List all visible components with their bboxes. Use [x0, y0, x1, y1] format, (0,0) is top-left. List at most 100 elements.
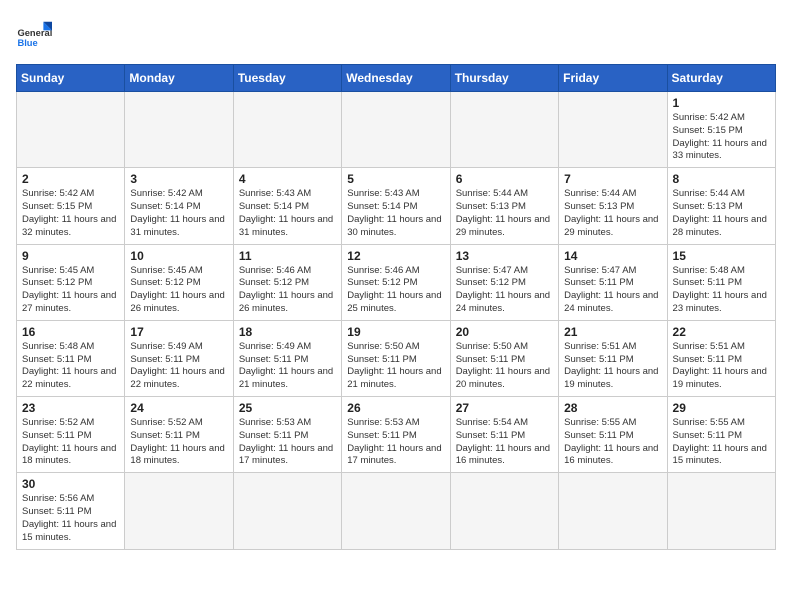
- calendar-cell: [342, 473, 450, 549]
- day-number: 3: [130, 172, 227, 186]
- calendar-cell: 25Sunrise: 5:53 AMSunset: 5:11 PMDayligh…: [233, 397, 341, 473]
- day-info: Sunrise: 5:44 AMSunset: 5:13 PMDaylight:…: [564, 188, 661, 239]
- day-number: 21: [564, 325, 661, 339]
- day-number: 10: [130, 249, 227, 263]
- day-number: 11: [239, 249, 336, 263]
- day-info: Sunrise: 5:52 AMSunset: 5:11 PMDaylight:…: [130, 417, 227, 468]
- day-number: 22: [673, 325, 770, 339]
- calendar-cell: [125, 92, 233, 168]
- day-number: 28: [564, 401, 661, 415]
- day-number: 13: [456, 249, 553, 263]
- calendar-cell: 21 Sunrise: 5:51 AMSunset: 5:11 PMDayligh…: [559, 320, 667, 396]
- calendar-row: 2 Sunrise: 5:42 AMSunset: 5:15 PMDaylight…: [17, 168, 776, 244]
- day-number: 2: [22, 172, 119, 186]
- day-number: 17: [130, 325, 227, 339]
- calendar-cell: [450, 473, 558, 549]
- day-info: Sunrise: 5:43 AMSunset: 5:14 PMDaylight:…: [347, 188, 444, 239]
- calendar-cell: 22 Sunrise: 5:51 AMSunset: 5:11 PMDayligh…: [667, 320, 775, 396]
- day-info: Sunrise: 5:45 AMSunset: 5:12 PMDaylight:…: [130, 265, 227, 316]
- day-info: Sunrise: 5:55 AMSunset: 5:11 PMDaylight:…: [564, 417, 661, 468]
- day-number: 27: [456, 401, 553, 415]
- day-number: 16: [22, 325, 119, 339]
- day-number: 30: [22, 477, 119, 491]
- day-info: Sunrise: 5:53 AMSunset: 5:11 PMDaylight:…: [347, 417, 444, 468]
- calendar-cell: 10 Sunrise: 5:45 AMSunset: 5:12 PMDayligh…: [125, 244, 233, 320]
- day-info: Sunrise: 5:51 AMSunset: 5:11 PMDaylight:…: [564, 341, 661, 392]
- page-header: General Blue: [16, 16, 776, 52]
- day-info: Sunrise: 5:55 AMSunset: 5:11 PMDaylight:…: [673, 417, 770, 468]
- calendar-cell: [342, 92, 450, 168]
- weekday-header-wednesday: Wednesday: [342, 65, 450, 92]
- day-info: Sunrise: 5:42 AMSunset: 5:14 PMDaylight:…: [130, 188, 227, 239]
- calendar-cell: 26Sunrise: 5:53 AMSunset: 5:11 PMDayligh…: [342, 397, 450, 473]
- day-info: Sunrise: 5:50 AMSunset: 5:11 PMDaylight:…: [347, 341, 444, 392]
- calendar-cell: 29 Sunrise: 5:55 AMSunset: 5:11 PMDayligh…: [667, 397, 775, 473]
- day-info: Sunrise: 5:52 AMSunset: 5:11 PMDaylight:…: [22, 417, 119, 468]
- day-number: 6: [456, 172, 553, 186]
- day-info: Sunrise: 5:54 AMSunset: 5:11 PMDaylight:…: [456, 417, 553, 468]
- weekday-header-saturday: Saturday: [667, 65, 775, 92]
- calendar-cell: 28 Sunrise: 5:55 AMSunset: 5:11 PMDayligh…: [559, 397, 667, 473]
- day-info: Sunrise: 5:45 AMSunset: 5:12 PMDaylight:…: [22, 265, 119, 316]
- logo-icon: General Blue: [16, 16, 52, 52]
- day-number: 9: [22, 249, 119, 263]
- day-number: 18: [239, 325, 336, 339]
- calendar-cell: 8 Sunrise: 5:44 AMSunset: 5:13 PMDaylight…: [667, 168, 775, 244]
- weekday-header-thursday: Thursday: [450, 65, 558, 92]
- day-info: Sunrise: 5:48 AMSunset: 5:11 PMDaylight:…: [22, 341, 119, 392]
- calendar-cell: 13 Sunrise: 5:47 AMSunset: 5:12 PMDayligh…: [450, 244, 558, 320]
- calendar-cell: 23 Sunrise: 5:52 AMSunset: 5:11 PMDayligh…: [17, 397, 125, 473]
- calendar-cell: 17 Sunrise: 5:49 AMSunset: 5:11 PMDayligh…: [125, 320, 233, 396]
- day-info: Sunrise: 5:49 AMSunset: 5:11 PMDaylight:…: [130, 341, 227, 392]
- day-number: 5: [347, 172, 444, 186]
- calendar-cell: 3 Sunrise: 5:42 AMSunset: 5:14 PMDaylight…: [125, 168, 233, 244]
- day-info: Sunrise: 5:51 AMSunset: 5:11 PMDaylight:…: [673, 341, 770, 392]
- day-number: 7: [564, 172, 661, 186]
- day-info: Sunrise: 5:47 AMSunset: 5:12 PMDaylight:…: [456, 265, 553, 316]
- calendar-cell: 2 Sunrise: 5:42 AMSunset: 5:15 PMDaylight…: [17, 168, 125, 244]
- day-number: 24: [130, 401, 227, 415]
- calendar-row: 23 Sunrise: 5:52 AMSunset: 5:11 PMDayligh…: [17, 397, 776, 473]
- calendar-cell: 20Sunrise: 5:50 AMSunset: 5:11 PMDayligh…: [450, 320, 558, 396]
- calendar-cell: 4Sunrise: 5:43 AMSunset: 5:14 PMDaylight…: [233, 168, 341, 244]
- calendar-cell: 27 Sunrise: 5:54 AMSunset: 5:11 PMDayligh…: [450, 397, 558, 473]
- day-info: Sunrise: 5:42 AMSunset: 5:15 PMDaylight:…: [673, 112, 770, 163]
- day-number: 19: [347, 325, 444, 339]
- svg-text:Blue: Blue: [17, 38, 37, 48]
- calendar-row: 9 Sunrise: 5:45 AMSunset: 5:12 PMDaylight…: [17, 244, 776, 320]
- day-number: 14: [564, 249, 661, 263]
- calendar-cell: [233, 473, 341, 549]
- weekday-header-row: SundayMondayTuesdayWednesdayThursdayFrid…: [17, 65, 776, 92]
- day-number: 23: [22, 401, 119, 415]
- calendar-cell: [233, 92, 341, 168]
- calendar-cell: [559, 92, 667, 168]
- day-number: 25: [239, 401, 336, 415]
- calendar: SundayMondayTuesdayWednesdayThursdayFrid…: [16, 64, 776, 550]
- day-info: Sunrise: 5:43 AMSunset: 5:14 PMDaylight:…: [239, 188, 336, 239]
- day-number: 20: [456, 325, 553, 339]
- calendar-cell: 24 Sunrise: 5:52 AMSunset: 5:11 PMDayligh…: [125, 397, 233, 473]
- weekday-header-friday: Friday: [559, 65, 667, 92]
- calendar-cell: 15Sunrise: 5:48 AMSunset: 5:11 PMDayligh…: [667, 244, 775, 320]
- day-number: 29: [673, 401, 770, 415]
- calendar-row: 1Sunrise: 5:42 AMSunset: 5:15 PMDaylight…: [17, 92, 776, 168]
- weekday-header-sunday: Sunday: [17, 65, 125, 92]
- calendar-cell: [450, 92, 558, 168]
- logo: General Blue: [16, 16, 52, 52]
- calendar-cell: 9 Sunrise: 5:45 AMSunset: 5:12 PMDaylight…: [17, 244, 125, 320]
- day-number: 12: [347, 249, 444, 263]
- calendar-cell: 6 Sunrise: 5:44 AMSunset: 5:13 PMDaylight…: [450, 168, 558, 244]
- day-info: Sunrise: 5:42 AMSunset: 5:15 PMDaylight:…: [22, 188, 119, 239]
- day-number: 8: [673, 172, 770, 186]
- day-info: Sunrise: 5:56 AMSunset: 5:11 PMDaylight:…: [22, 493, 119, 544]
- day-info: Sunrise: 5:48 AMSunset: 5:11 PMDaylight:…: [673, 265, 770, 316]
- day-info: Sunrise: 5:46 AMSunset: 5:12 PMDaylight:…: [239, 265, 336, 316]
- day-info: Sunrise: 5:49 AMSunset: 5:11 PMDaylight:…: [239, 341, 336, 392]
- calendar-cell: 11 Sunrise: 5:46 AMSunset: 5:12 PMDayligh…: [233, 244, 341, 320]
- calendar-cell: 5 Sunrise: 5:43 AMSunset: 5:14 PMDaylight…: [342, 168, 450, 244]
- calendar-cell: 30 Sunrise: 5:56 AMSunset: 5:11 PMDayligh…: [17, 473, 125, 549]
- day-info: Sunrise: 5:44 AMSunset: 5:13 PMDaylight:…: [673, 188, 770, 239]
- day-info: Sunrise: 5:44 AMSunset: 5:13 PMDaylight:…: [456, 188, 553, 239]
- calendar-cell: 1Sunrise: 5:42 AMSunset: 5:15 PMDaylight…: [667, 92, 775, 168]
- calendar-row: 16 Sunrise: 5:48 AMSunset: 5:11 PMDayligh…: [17, 320, 776, 396]
